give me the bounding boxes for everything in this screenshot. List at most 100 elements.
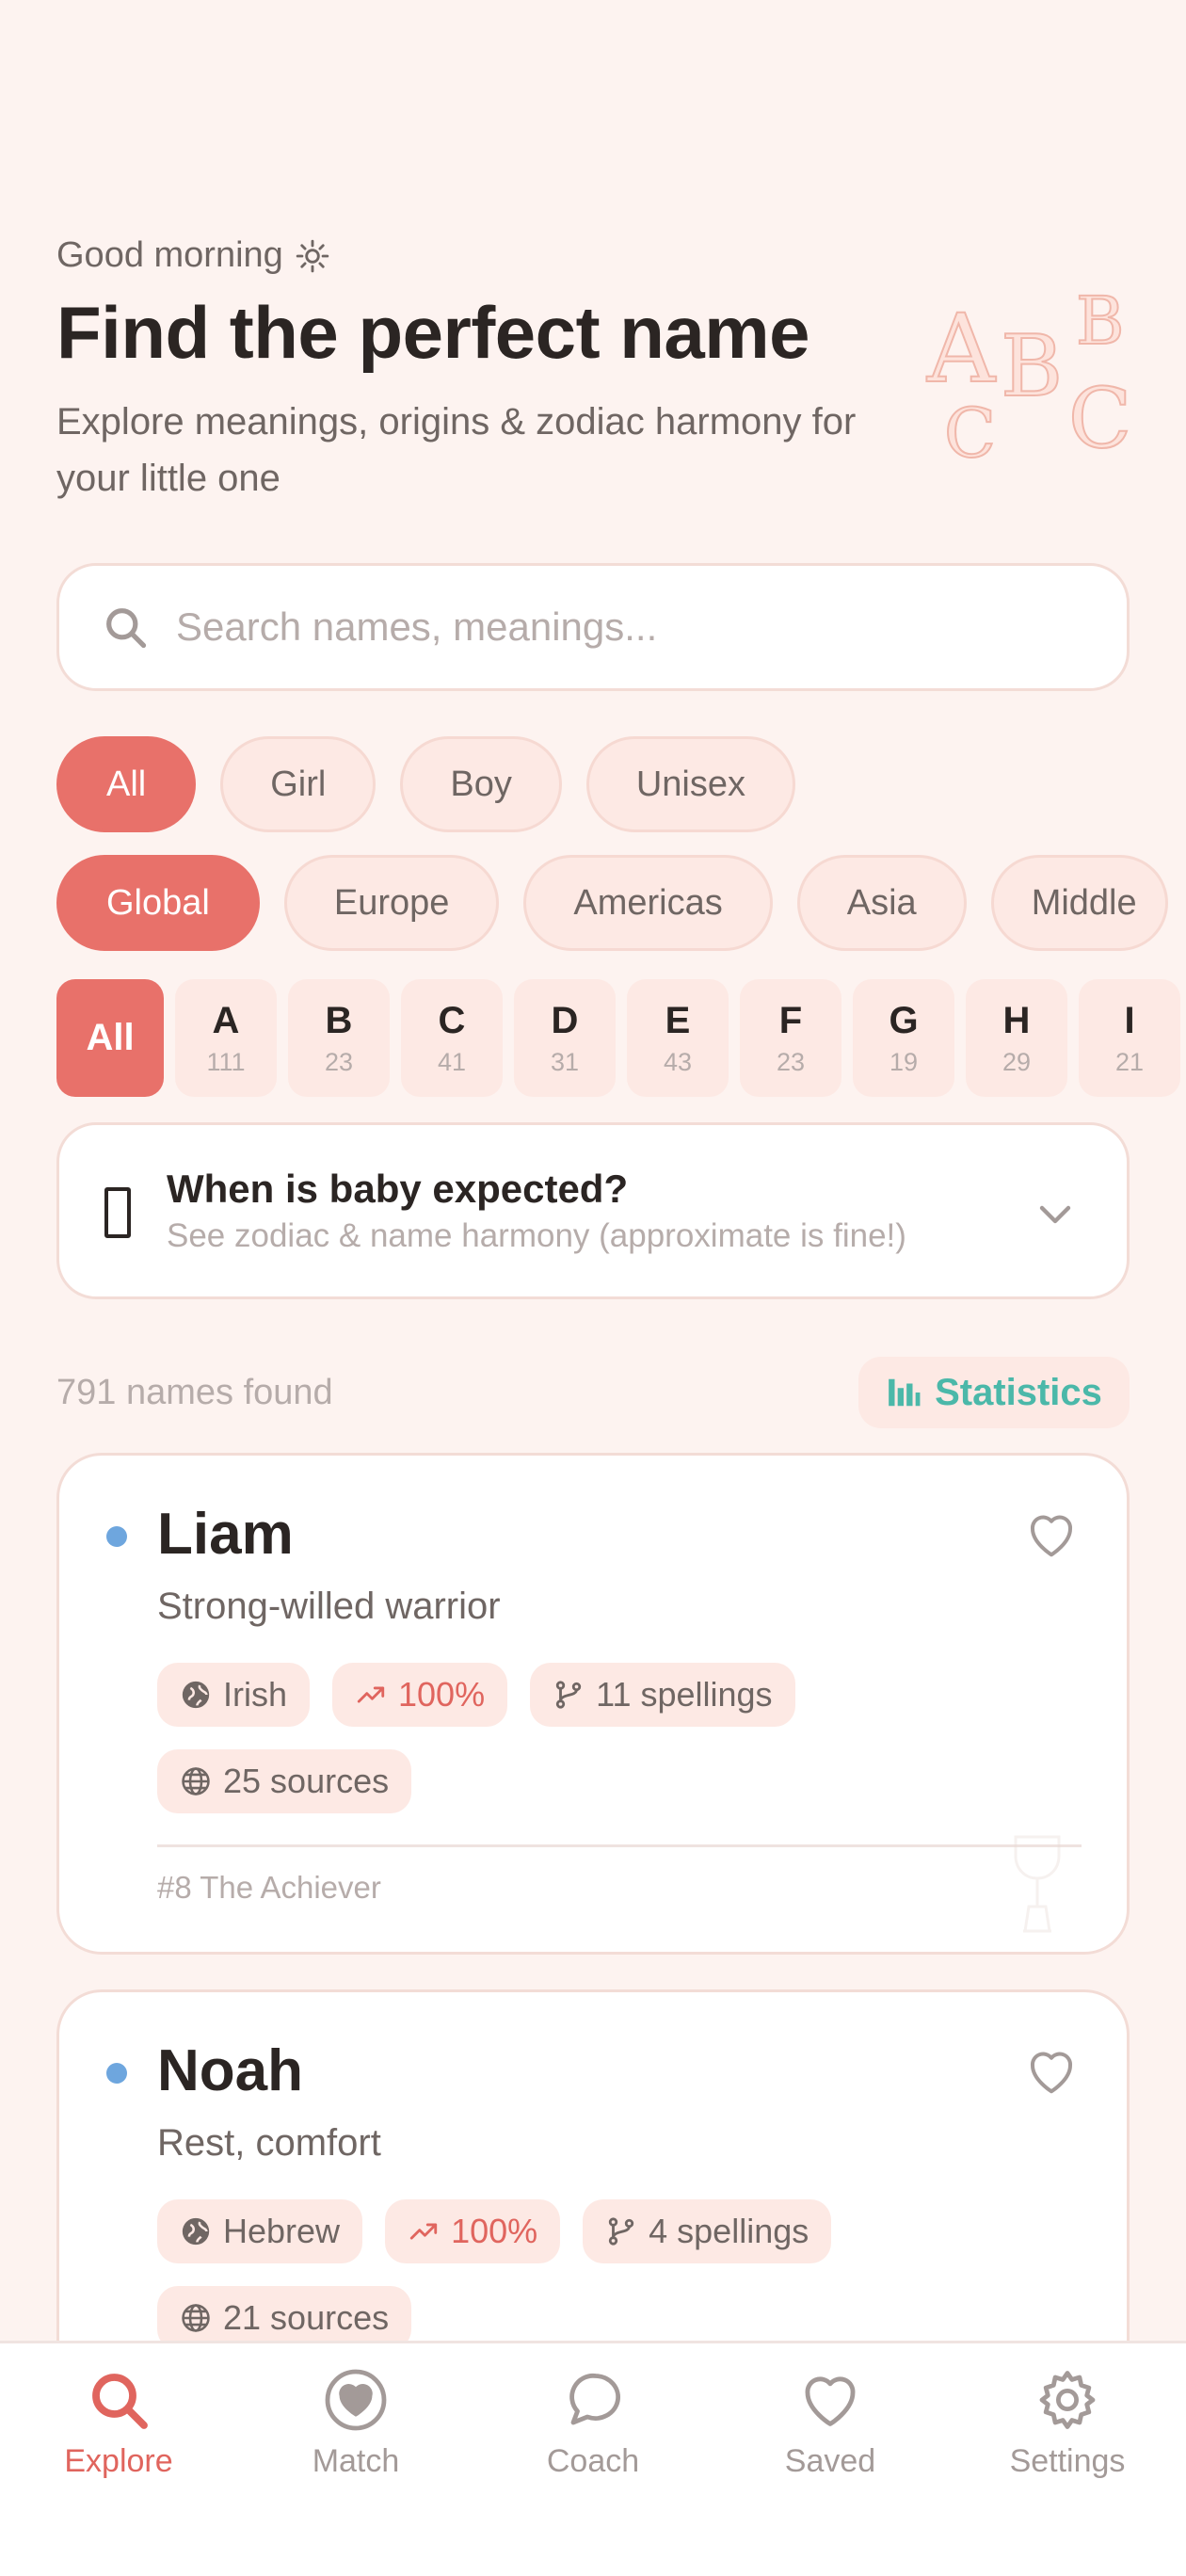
letter-count: 31 <box>550 1047 580 1076</box>
globe-filled-icon <box>182 1681 210 1709</box>
letter-g[interactable]: G 19 <box>853 979 954 1097</box>
page-subtitle: Explore meanings, origins & zodiac harmo… <box>56 401 857 499</box>
bar-chart-icon <box>889 1378 921 1407</box>
nav-label: Settings <box>1009 2443 1126 2479</box>
card-divider <box>157 1844 1082 1847</box>
nav-label: Coach <box>546 2443 640 2479</box>
gender-filter-row: All Girl Boy Unisex <box>56 736 795 832</box>
abc-blocks-illustration: A B B C C <box>925 282 1132 466</box>
page-title: Find the perfect name <box>56 291 809 374</box>
popularity-tag: 100% <box>385 2199 561 2263</box>
nav-coach[interactable]: Coach <box>499 2366 687 2480</box>
globe-icon <box>182 1767 210 1795</box>
due-date-card[interactable]: When is baby expected? See zodiac & name… <box>56 1122 1130 1299</box>
chevron-down-icon <box>1039 1205 1071 1224</box>
svg-text:C: C <box>944 394 996 466</box>
search-placeholder: Search names, meanings... <box>176 604 658 649</box>
trending-up-icon <box>357 1686 385 1703</box>
letter-label: C <box>438 999 466 1041</box>
chat-bubble-icon <box>569 2373 620 2425</box>
due-date-question: When is baby expected? <box>167 1167 629 1211</box>
name-meaning: Strong-willed warrior <box>157 1586 501 1627</box>
gender-dot <box>106 2063 127 2084</box>
name-tags: Irish 100% 11 spellings 25 sources <box>157 1663 1061 1813</box>
chip-region-global[interactable]: Global <box>56 855 260 951</box>
chip-gender-unisex[interactable]: Unisex <box>585 736 795 832</box>
popularity-label: 100% <box>398 1675 486 1714</box>
numerology-label: #8 The Achiever <box>157 1870 381 1905</box>
letter-f[interactable]: F 23 <box>740 979 841 1097</box>
nav-match[interactable]: Match <box>262 2366 450 2480</box>
chip-gender-girl[interactable]: Girl <box>220 736 377 832</box>
letter-h[interactable]: H 29 <box>966 979 1067 1097</box>
letter-count: 23 <box>324 1047 354 1076</box>
nav-settings[interactable]: Settings <box>973 2366 1162 2480</box>
heart-icon[interactable] <box>1023 2043 1080 2100</box>
nav-label: Saved <box>784 2443 876 2479</box>
chip-region-europe[interactable]: Europe <box>283 855 500 951</box>
popularity-label: 100% <box>451 2212 538 2250</box>
spellings-tag: 11 spellings <box>530 1663 795 1727</box>
letter-i[interactable]: I 21 <box>1079 979 1180 1097</box>
bottom-nav: Explore Match Coach Saved Settings <box>0 2341 1186 2576</box>
letter-a[interactable]: A 111 <box>175 979 277 1097</box>
name-title: Liam <box>157 1502 294 1567</box>
letter-count: 23 <box>776 1047 806 1076</box>
letter-c[interactable]: C 41 <box>401 979 503 1097</box>
trending-up-icon <box>409 2223 438 2240</box>
letter-count: 29 <box>1002 1047 1032 1076</box>
search-field[interactable]: Search names, meanings... <box>56 563 1130 691</box>
letter-label: E <box>665 999 691 1041</box>
results-count: 791 names found <box>56 1373 333 1412</box>
letter-label: D <box>551 999 579 1041</box>
svg-text:C: C <box>1068 370 1131 466</box>
origin-tag: Hebrew <box>157 2199 363 2263</box>
branch-icon <box>608 2217 634 2246</box>
region-filter-row: Global Europe Americas Asia Middle <box>56 855 1168 951</box>
letter-count: 21 <box>1114 1047 1145 1076</box>
letter-count: 19 <box>889 1047 919 1076</box>
statistics-button[interactable]: Statistics <box>858 1357 1130 1428</box>
heart-circle-icon <box>325 2369 387 2431</box>
letter-label: B <box>325 999 353 1041</box>
letter-count: 41 <box>437 1047 467 1076</box>
chip-region-middle[interactable]: Middle <box>990 855 1168 951</box>
letter-b[interactable]: B 23 <box>288 979 390 1097</box>
svg-text:A: A <box>926 294 997 404</box>
letter-d[interactable]: D 31 <box>514 979 616 1097</box>
letter-count: 43 <box>663 1047 693 1076</box>
chip-region-asia[interactable]: Asia <box>796 855 967 951</box>
sources-label: 21 sources <box>223 2298 390 2337</box>
statistics-label: Statistics <box>935 1371 1102 1413</box>
popularity-tag: 100% <box>332 1663 508 1727</box>
nav-saved[interactable]: Saved <box>736 2366 924 2480</box>
heart-icon[interactable] <box>1023 1506 1080 1563</box>
letter-label: F <box>778 999 803 1041</box>
spellings-label: 4 spellings <box>649 2212 809 2250</box>
letter-label: I <box>1124 999 1135 1041</box>
heart-icon <box>805 2376 856 2426</box>
search-icon <box>92 2374 148 2429</box>
origin-label: Irish <box>223 1675 288 1714</box>
sources-tag: 25 sources <box>157 1749 412 1813</box>
chip-region-americas[interactable]: Americas <box>523 855 773 951</box>
name-tags: Hebrew 100% 4 spellings 21 sources <box>157 2199 1061 2350</box>
chip-gender-all[interactable]: All <box>56 736 197 832</box>
search-icon <box>106 608 147 649</box>
greeting: Good morning <box>56 235 330 276</box>
gender-dot <box>106 1526 127 1547</box>
svg-text:B: B <box>1001 317 1063 416</box>
trophy-icon <box>1014 1835 1061 1933</box>
chip-gender-boy[interactable]: Boy <box>400 736 562 832</box>
letter-all[interactable]: All <box>56 979 164 1097</box>
sun-icon <box>296 239 329 272</box>
name-card[interactable]: Liam Strong-willed warrior Irish 100% 11… <box>56 1453 1130 1955</box>
letter-label: H <box>1002 999 1031 1041</box>
nav-label: Explore <box>64 2443 173 2479</box>
globe-filled-icon <box>182 2217 210 2246</box>
svg-text:B: B <box>1076 282 1124 360</box>
sources-label: 25 sources <box>223 1762 390 1800</box>
origin-label: Hebrew <box>223 2212 341 2250</box>
nav-explore[interactable]: Explore <box>24 2366 213 2480</box>
letter-e[interactable]: E 43 <box>627 979 729 1097</box>
